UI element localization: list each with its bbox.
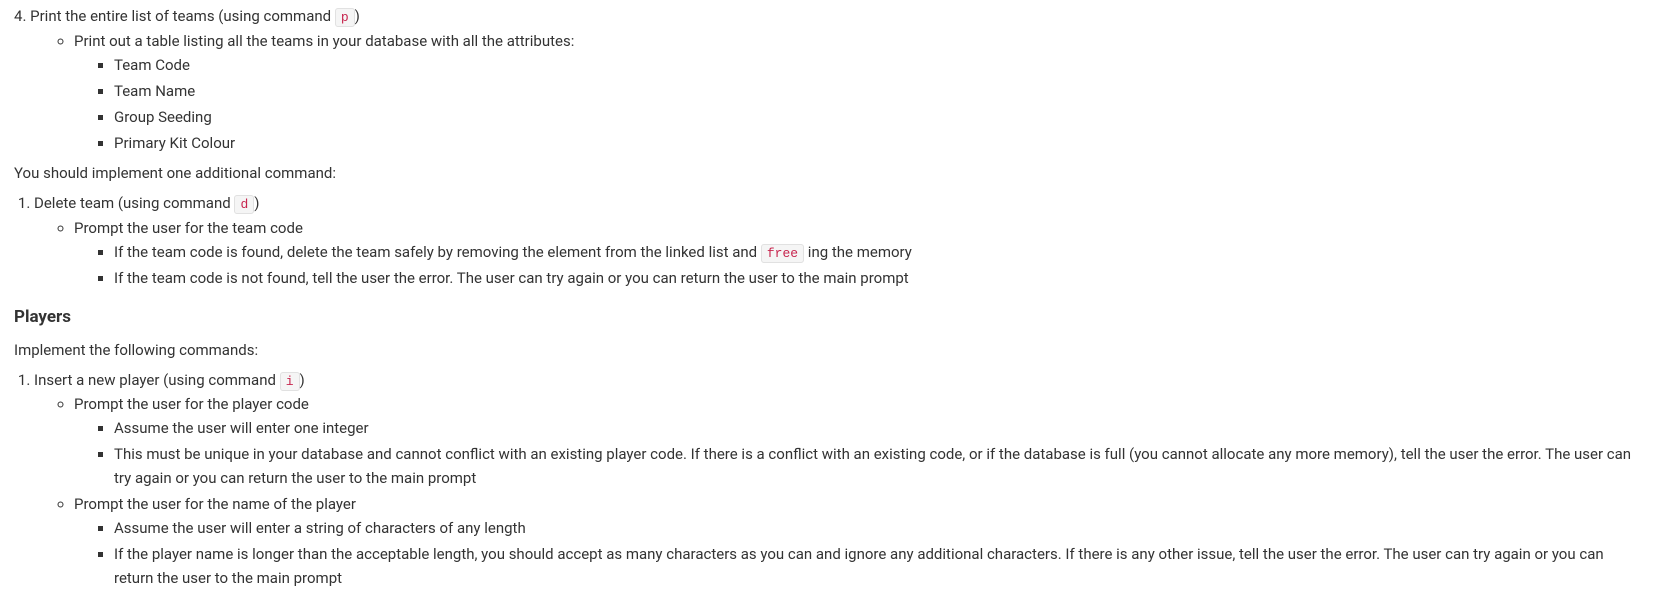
para-additional-command: You should implement one additional comm… [14,161,1640,185]
list-item-insert-player: Insert a new player (using command i) Pr… [34,368,1640,591]
print-teams-text-before: Print the entire list of teams (using co… [30,7,335,25]
code-free: free [761,244,804,263]
list-item-print-teams: Print the entire list of teams (using co… [34,4,1640,155]
player-code-assume: Assume the user will enter one integer [114,416,1640,440]
code-i: i [280,372,300,391]
player-name-prompt: Prompt the user for the name of the play… [74,495,356,513]
print-teams-text-after: ) [355,7,360,25]
attr-list: Team Code Team Name Group Seeding Primar… [74,53,1640,155]
player-code-details: Assume the user will enter one integer T… [74,416,1640,490]
sublist-item-print-table: Print out a table listing all the teams … [74,29,1640,155]
sublist-insert-prompts: Prompt the user for the player code Assu… [34,392,1640,590]
para-implement-commands: Implement the following commands: [14,338,1640,362]
delete-cases-list: If the team code is found, delete the te… [74,240,1640,291]
player-name-details: Assume the user will enter a string of c… [74,516,1640,590]
print-table-text: Print out a table listing all the teams … [74,32,574,50]
player-code-prompt: Prompt the user for the player code [74,395,309,413]
insert-player-text-after: ) [300,371,305,389]
delete-team-text-after: ) [254,194,259,212]
list-item-delete-team: Delete team (using command d) Prompt the… [34,191,1640,291]
code-d: d [234,195,254,214]
code-p: p [335,8,355,27]
attr-team-name: Team Name [114,79,1640,103]
player-code-unique: This must be unique in your database and… [114,442,1640,490]
delete-found-before: If the team code is found, delete the te… [114,243,761,261]
insert-player-text-before: Insert a new player (using command [34,371,280,389]
delete-found-item: If the team code is found, delete the te… [114,240,1640,265]
attr-team-code: Team Code [114,53,1640,77]
delete-notfound-item: If the team code is not found, tell the … [114,266,1640,290]
ordered-list-insert: Insert a new player (using command i) Pr… [14,368,1640,591]
attr-group-seeding: Group Seeding [114,105,1640,129]
players-heading: Players [14,304,1640,331]
delete-team-text-before: Delete team (using command [34,194,234,212]
delete-found-after: ing the memory [804,243,912,261]
attr-primary-kit: Primary Kit Colour [114,131,1640,155]
ordered-list-teams: Print the entire list of teams (using co… [14,4,1640,155]
ordered-list-delete: Delete team (using command d) Prompt the… [14,191,1640,291]
player-name-assume: Assume the user will enter a string of c… [114,516,1640,540]
sublist-delete-prompt: Prompt the user for the team code If the… [34,216,1640,291]
player-name-length: If the player name is longer than the ac… [114,542,1640,590]
sublist-item-player-name: Prompt the user for the name of the play… [74,492,1640,590]
sublist-item-player-code: Prompt the user for the player code Assu… [74,392,1640,490]
sublist-print-table: Print out a table listing all the teams … [34,29,1640,155]
sublist-item-delete-prompt: Prompt the user for the team code If the… [74,216,1640,291]
delete-prompt-text: Prompt the user for the team code [74,219,303,237]
